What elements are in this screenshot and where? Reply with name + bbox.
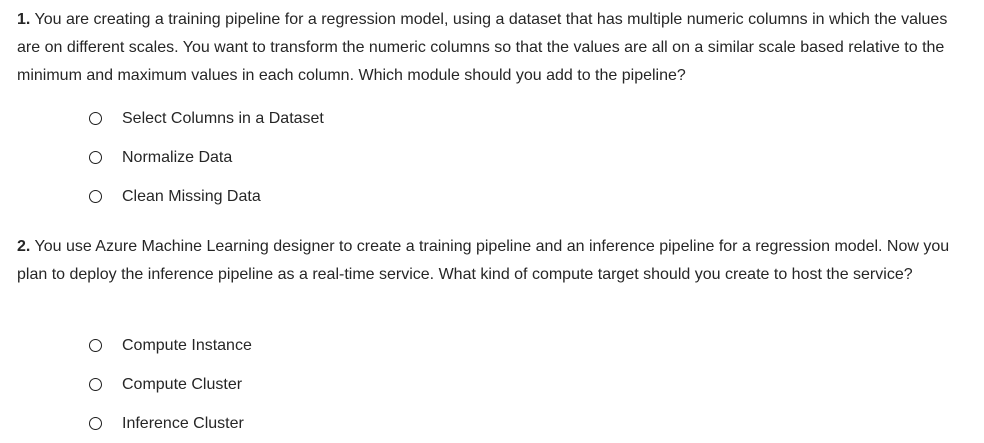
question-1-number: 1. — [17, 11, 31, 28]
option-normalize-data[interactable]: Normalize Data — [89, 138, 324, 177]
question-1-text: 1. You are creating a training pipeline … — [17, 6, 967, 90]
option-compute-instance[interactable]: Compute Instance — [89, 326, 252, 365]
question-2-number: 2. — [17, 238, 31, 255]
radio-button-icon[interactable] — [89, 190, 102, 203]
option-clean-missing-data[interactable]: Clean Missing Data — [89, 177, 324, 216]
question-2-options: Compute Instance Compute Cluster Inferen… — [89, 326, 252, 443]
option-label: Compute Cluster — [122, 375, 243, 393]
question-1-prompt: You are creating a training pipeline for… — [17, 11, 948, 84]
option-select-columns[interactable]: Select Columns in a Dataset — [89, 99, 324, 138]
radio-button-icon[interactable] — [89, 417, 102, 430]
radio-button-icon[interactable] — [89, 112, 102, 125]
option-label: Inference Cluster — [122, 414, 244, 432]
radio-button-icon[interactable] — [89, 378, 102, 391]
option-inference-cluster[interactable]: Inference Cluster — [89, 404, 252, 443]
radio-button-icon[interactable] — [89, 339, 102, 352]
option-compute-cluster[interactable]: Compute Cluster — [89, 365, 252, 404]
question-2-text: 2. You use Azure Machine Learning design… — [17, 233, 967, 289]
option-label: Select Columns in a Dataset — [122, 109, 324, 127]
question-1-options: Select Columns in a Dataset Normalize Da… — [89, 99, 324, 216]
question-1: 1. You are creating a training pipeline … — [17, 6, 967, 205]
question-2-prompt: You use Azure Machine Learning designer … — [17, 238, 950, 283]
question-2: 2. You use Azure Machine Learning design… — [17, 233, 967, 432]
radio-button-icon[interactable] — [89, 151, 102, 164]
option-label: Compute Instance — [122, 336, 252, 354]
option-label: Normalize Data — [122, 148, 233, 166]
option-label: Clean Missing Data — [122, 187, 261, 205]
